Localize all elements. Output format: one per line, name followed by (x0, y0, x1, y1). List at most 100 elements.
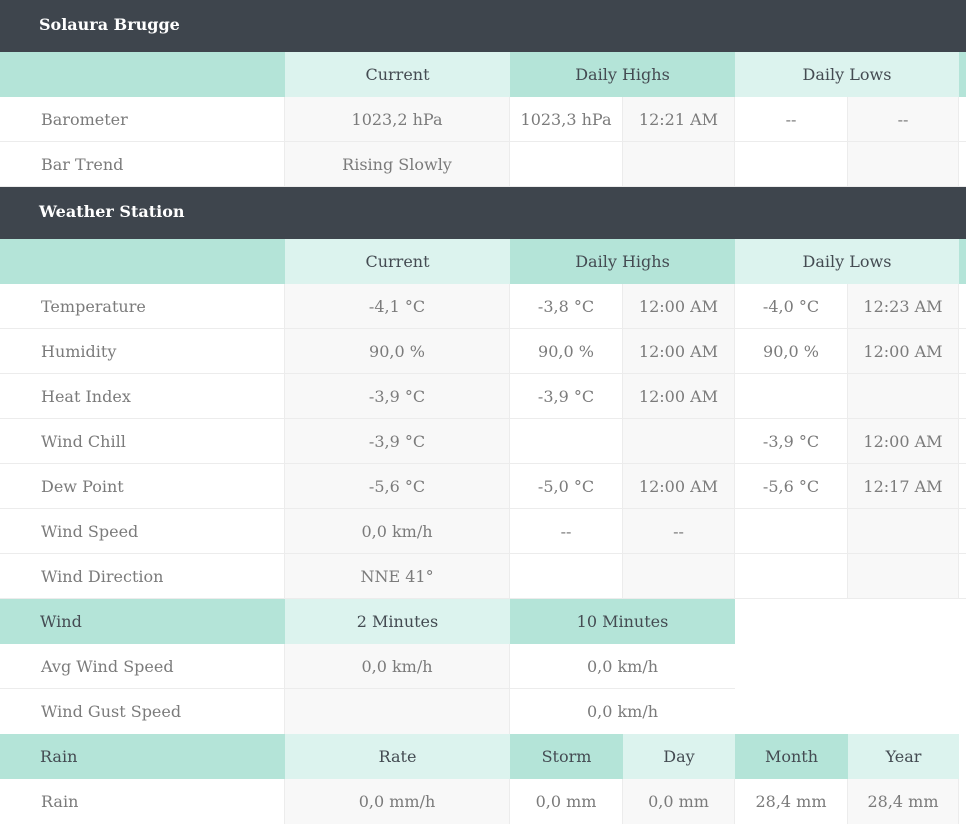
high-value: -- (510, 509, 623, 553)
high-time (623, 142, 735, 186)
low-value: -- (735, 97, 848, 141)
header-blank (0, 239, 285, 284)
header-edge (959, 239, 966, 284)
row-label: Dew Point (0, 464, 285, 508)
rain-month-value: 28,4 mm (735, 779, 848, 824)
current-value: -3,9 °C (285, 419, 510, 463)
rain-rate-value: 0,0 mm/h (285, 779, 510, 824)
weather-header-row: Current Daily Highs Daily Lows (0, 239, 966, 284)
header-daily-highs: Daily Highs (510, 52, 735, 97)
header-daily-lows: Daily Lows (735, 239, 959, 284)
low-time: -- (848, 97, 959, 141)
high-time: 12:00 AM (623, 464, 735, 508)
low-value: -4,0 °C (735, 284, 848, 328)
row-label: Heat Index (0, 374, 285, 418)
wind-10min-value: 0,0 km/h (510, 644, 735, 689)
header-storm: Storm (510, 734, 623, 779)
row-label: Wind Gust Speed (0, 689, 285, 734)
low-time: 12:00 AM (848, 419, 959, 463)
low-time: 12:23 AM (848, 284, 959, 328)
table-row: Wind Speed 0,0 km/h -- -- (0, 509, 966, 554)
high-value (510, 142, 623, 186)
table-row: Avg Wind Speed 0,0 km/h 0,0 km/h (0, 644, 966, 689)
current-value: Rising Slowly (285, 142, 510, 186)
weather-station-title: Weather Station (39, 202, 185, 221)
high-value (510, 419, 623, 463)
high-value: -3,8 °C (510, 284, 623, 328)
low-time (848, 554, 959, 598)
high-time (623, 554, 735, 598)
header-current: Current (285, 239, 510, 284)
current-value: -3,9 °C (285, 374, 510, 418)
row-label: Avg Wind Speed (0, 644, 285, 689)
station-title-bar: Solaura Brugge (0, 0, 966, 52)
rain-storm-value: 0,0 mm (510, 779, 623, 824)
high-time: 12:00 AM (623, 374, 735, 418)
row-label: Bar Trend (0, 142, 285, 186)
low-value: -3,9 °C (735, 419, 848, 463)
current-value: -5,6 °C (285, 464, 510, 508)
row-label: Rain (0, 779, 285, 824)
row-label: Wind Chill (0, 419, 285, 463)
low-value (735, 509, 848, 553)
row-label: Wind Speed (0, 509, 285, 553)
table-row: Wind Gust Speed 0,0 km/h (0, 689, 966, 734)
header-rate: Rate (285, 734, 510, 779)
wind-2min-value (285, 689, 510, 734)
wind-2min-value: 0,0 km/h (285, 644, 510, 689)
current-value: 1023,2 hPa (285, 97, 510, 141)
header-2-minutes: 2 Minutes (285, 599, 510, 644)
low-value (735, 554, 848, 598)
rain-day-value: 0,0 mm (623, 779, 735, 824)
low-time (848, 509, 959, 553)
header-day: Day (623, 734, 735, 779)
rain-year-value: 28,4 mm (848, 779, 959, 824)
header-edge (959, 52, 966, 97)
table-row: Heat Index -3,9 °C -3,9 °C 12:00 AM (0, 374, 966, 419)
low-time: 12:00 AM (848, 329, 959, 373)
high-time: -- (623, 509, 735, 553)
low-time: 12:17 AM (848, 464, 959, 508)
row-label: Humidity (0, 329, 285, 373)
header-daily-highs: Daily Highs (510, 239, 735, 284)
low-value (735, 142, 848, 186)
wind-header-label: Wind (0, 599, 285, 644)
high-time (623, 419, 735, 463)
barometer-header-row: Current Daily Highs Daily Lows (0, 52, 966, 97)
header-month: Month (735, 734, 848, 779)
current-value: 90,0 % (285, 329, 510, 373)
row-label: Temperature (0, 284, 285, 328)
header-daily-lows: Daily Lows (735, 52, 959, 97)
weather-station-title-bar: Weather Station (0, 187, 966, 239)
low-value: -5,6 °C (735, 464, 848, 508)
high-value: 90,0 % (510, 329, 623, 373)
high-time: 12:00 AM (623, 329, 735, 373)
table-row: Humidity 90,0 % 90,0 % 12:00 AM 90,0 % 1… (0, 329, 966, 374)
table-row: Wind Direction NNE 41° (0, 554, 966, 599)
low-time (848, 374, 959, 418)
low-time (848, 142, 959, 186)
table-row: Dew Point -5,6 °C -5,0 °C 12:00 AM -5,6 … (0, 464, 966, 509)
header-current: Current (285, 52, 510, 97)
rain-header-label: Rain (0, 734, 285, 779)
rain-header-row: Rain Rate Storm Day Month Year (0, 734, 966, 779)
current-value: NNE 41° (285, 554, 510, 598)
high-value: -5,0 °C (510, 464, 623, 508)
table-row: Bar Trend Rising Slowly (0, 142, 966, 187)
row-label: Wind Direction (0, 554, 285, 598)
high-time: 12:00 AM (623, 284, 735, 328)
station-title: Solaura Brugge (39, 15, 180, 34)
wind-10min-value: 0,0 km/h (510, 689, 735, 734)
high-time: 12:21 AM (623, 97, 735, 141)
table-row: Barometer 1023,2 hPa 1023,3 hPa 12:21 AM… (0, 97, 966, 142)
current-value: 0,0 km/h (285, 509, 510, 553)
table-row: Wind Chill -3,9 °C -3,9 °C 12:00 AM (0, 419, 966, 464)
header-blank (0, 52, 285, 97)
wind-header-row: Wind 2 Minutes 10 Minutes (0, 599, 966, 644)
low-value (735, 374, 848, 418)
high-value (510, 554, 623, 598)
low-value: 90,0 % (735, 329, 848, 373)
table-row: Rain 0,0 mm/h 0,0 mm 0,0 mm 28,4 mm 28,4… (0, 779, 966, 824)
table-row: Temperature -4,1 °C -3,8 °C 12:00 AM -4,… (0, 284, 966, 329)
header-year: Year (848, 734, 959, 779)
